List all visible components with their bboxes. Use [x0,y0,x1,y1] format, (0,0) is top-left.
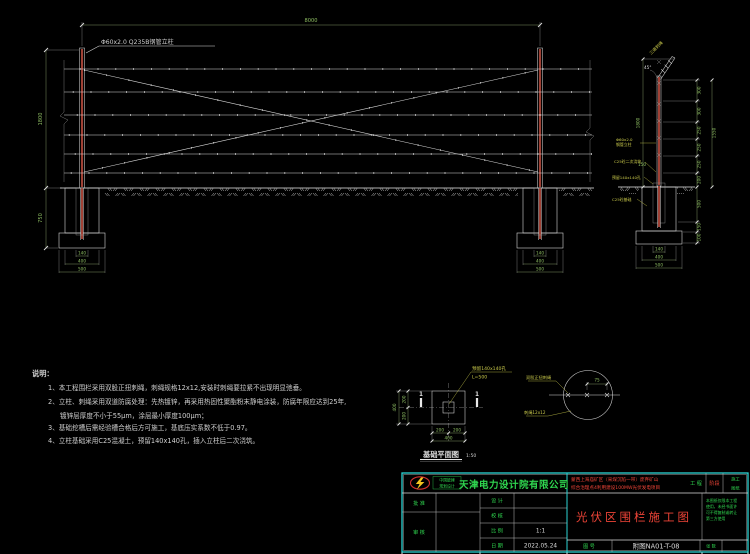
drawing-title: 光伏区围栏施工图 [576,510,692,524]
usage-note-2: 使用，未经书面许 [706,504,737,509]
break-symbol-left [60,60,68,182]
dim-plan-half: 200 [436,428,444,433]
dim-wire-gap: 250 [697,160,702,168]
label-date: 日 期 [491,544,503,550]
label-figure-no: 图 号 [583,544,595,550]
post-section-detail: 45° 三道刺绳 300 300 250 250 250 200 500 150… [612,40,717,269]
plan-leader-depth: L=500 [472,375,487,381]
note-line-3: 3、基础挖槽后需经验槽合格后方可施工，基底压实系数不低于0.97。 [48,423,252,432]
dim-hole-depth: 500 [697,200,702,208]
label-approve: 批 准 [413,500,425,507]
dim-wire-zone: 1550 [712,127,717,138]
diagonal-brace-wires [84,70,538,172]
stage-value-2: 图纸 [731,485,740,492]
barbed-wires [64,69,592,173]
barbed-wire-detail: 75 双股正扭刺绳 刺绳12x12 [524,371,620,420]
usage-note-1: 本图纸仅限本工程 [706,498,737,503]
wire-type-label: 双股正扭刺绳 [526,374,551,381]
ground-hatch-right [559,189,593,197]
figure-number: 附图NA01-T-08 [633,542,680,551]
dim-plan-half: 200 [402,412,407,420]
dim-found-width: 400 [655,255,663,260]
break-symbol-right [586,60,594,182]
note-line-2b: 镀锌层厚度不小于55μm，涂层最小厚度100μm； [60,411,208,420]
date-value: 2022.05.24 [524,544,558,550]
stage-value-1: 施工 [731,476,739,483]
dim-hole-width: 140 [536,251,544,256]
dim-found-width: 400 [78,259,86,264]
ground-hatch [104,189,518,197]
usage-note-3: 可不得复制或转让 [706,510,737,515]
ground-hatch [620,188,639,195]
dim-barb-spacing: 75 [594,378,600,383]
detail-label-post-spec2: 钢管立柱 [616,142,632,147]
label-project: 工 程 [690,480,702,487]
dim-hole-width: 140 [655,247,663,252]
dim-wire-gap: 300 [697,86,702,94]
dim-embed-depth: 750 [38,213,44,223]
detail-label-hole: 预留140x140孔 [612,175,641,180]
scale-value: 1:1 [536,529,546,535]
label-scale: 比 例 [491,528,503,535]
plan-view-title: 基础平面图 [422,450,459,459]
title-block: 中国能建 规划设计 天津电力设计院有限公司 批 准 审 核 设 计 校 核 比 … [402,473,748,554]
usage-note-4: 第三方使用 [706,516,726,521]
chain-extension-lines [663,80,700,243]
logo-text-top: 中国能建 [439,478,455,483]
foundation-right: 140 400 500 [517,188,563,273]
detail-label-foundation: C25砼基础 [612,197,631,202]
dim-wire-gap: 250 [697,126,702,134]
note-line-1: 1、本工程围栏采用双股正扭刺绳，刺绳规格12x12,安装时刺绳要拉紧不出现明显弛… [48,383,306,392]
post-spec-label: Φ60x2.0 Q235B钢管立柱 [101,38,174,46]
label-stage: 阶段 [709,480,719,487]
dim-overall-span: 8000 [305,18,318,24]
label-check: 校 核 [491,513,503,520]
label-sheet: 张 数 [706,543,717,550]
fence-elevation-view: 8000 Φ60x2.0 Q235B钢管立柱 1800 750 [38,18,594,273]
dim-base-width: 500 [78,267,86,272]
ground-hatch [677,188,693,195]
section-mark-1: 1 [419,392,423,398]
company-logo-icon [411,477,430,490]
plan-leader-hole: 预留140x140孔 [472,365,506,372]
dim-post-height: 1800 [636,117,641,128]
foundation-plan-detail: 1 1 200 200 400 200 200 400 预留140x140孔 L… [392,365,512,461]
notes-title: 说明： [32,369,54,378]
dim-fence-height: 1800 [38,113,44,126]
label-review: 审 核 [413,529,425,536]
logo-text-bottom: 规划设计 [439,484,455,489]
notes-block: 说明： 1、本工程围栏采用双股正扭刺绳，刺绳规格12x12,安装时刺绳要拉紧不出… [32,369,346,445]
foundation-left: 140 400 500 [59,188,105,273]
detail-bottom-dims: 140 400 500 [636,246,682,269]
cad-canvas: 8000 Φ60x2.0 Q235B钢管立柱 1800 750 [0,0,750,554]
dim-plan-total: 400 [392,403,397,411]
dim-plan-half: 200 [402,395,407,403]
wire-gauge-label: 刺绳12x12 [524,409,546,416]
section-mark-1: 1 [475,392,479,398]
cad-drawing-viewport: 8000 Φ60x2.0 Q235B钢管立柱 1800 750 [0,0,750,554]
project-name-line1: 蒙西上海庙矿区（采煤沉陷一带）废弃矿山 [571,476,659,483]
dim-wire-gap: 300 [697,107,702,115]
dim-found-step: 150 [697,223,702,231]
dim-base-width: 500 [655,263,663,268]
dim-arm-angle: 45° [644,65,651,70]
arm-label: 三道刺绳 [648,40,665,57]
note-line-4: 4、立柱基础采用C25混凝土，预留140x140孔，插入立柱后二次浇筑。 [48,436,259,445]
plan-view-scale: 1:50 [466,453,476,459]
dim-hole-width: 140 [78,251,86,256]
dim-base-width: 500 [536,267,544,272]
label-design: 设 计 [491,498,503,505]
dim-plan-total: 400 [445,436,453,441]
project-name-line2: 综合治理点4利用建设100MW光伏发电项目 [571,484,660,491]
dim-found-width: 400 [536,259,544,264]
company-name: 天津电力设计院有限公司 [459,479,569,491]
dim-base-depth: 100 [697,233,702,241]
dim-wire-gap: 200 [697,176,702,184]
note-line-2: 2、立柱、刺绳采用双道防腐处理：先热镀锌，再采用热固性聚酯粉末静电涂装，防腐年限… [48,397,346,406]
dim-wire-gap: 250 [697,143,702,151]
dim-plan-half: 200 [453,428,461,433]
detail-label-grout: C25砼二次浇筑 [614,159,641,164]
